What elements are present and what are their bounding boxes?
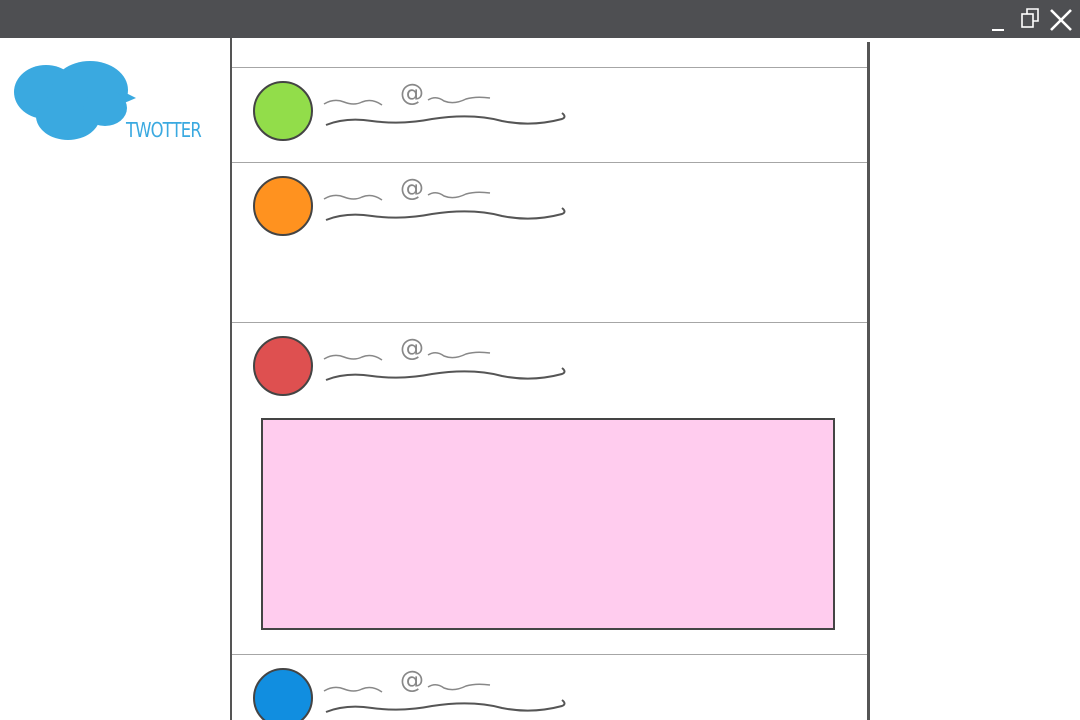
svg-text:@: @ [400,666,424,694]
restore-icon[interactable] [1018,4,1044,34]
tweet-item[interactable]: @ [232,323,867,654]
user-avatar[interactable] [253,81,313,141]
user-avatar[interactable] [253,668,313,720]
user-avatar[interactable] [253,336,313,396]
window-titlebar [0,0,1080,38]
minimize-icon[interactable] [988,4,1014,34]
tweet-item[interactable]: @ [232,655,867,720]
tweet-text-scribble: @ [323,174,566,221]
brand-name: TWOTTER [126,118,202,142]
svg-text:@: @ [400,79,424,107]
tweet-text-scribble: @ [323,334,566,381]
close-icon[interactable] [1048,4,1074,34]
window-controls [988,4,1074,34]
user-avatar[interactable] [253,176,313,236]
tweet-media-image[interactable] [261,418,835,630]
tweet-text-scribble: @ [323,79,566,126]
svg-text:@: @ [400,334,424,362]
tweet-item[interactable]: @ [232,163,867,322]
tweet-text-scribble: @ [323,666,566,713]
tweet-item[interactable]: @ [232,68,867,162]
tweet-feed[interactable]: @ @ @ @ [230,38,870,720]
feed-border-right [867,42,870,720]
svg-text:@: @ [400,174,424,202]
